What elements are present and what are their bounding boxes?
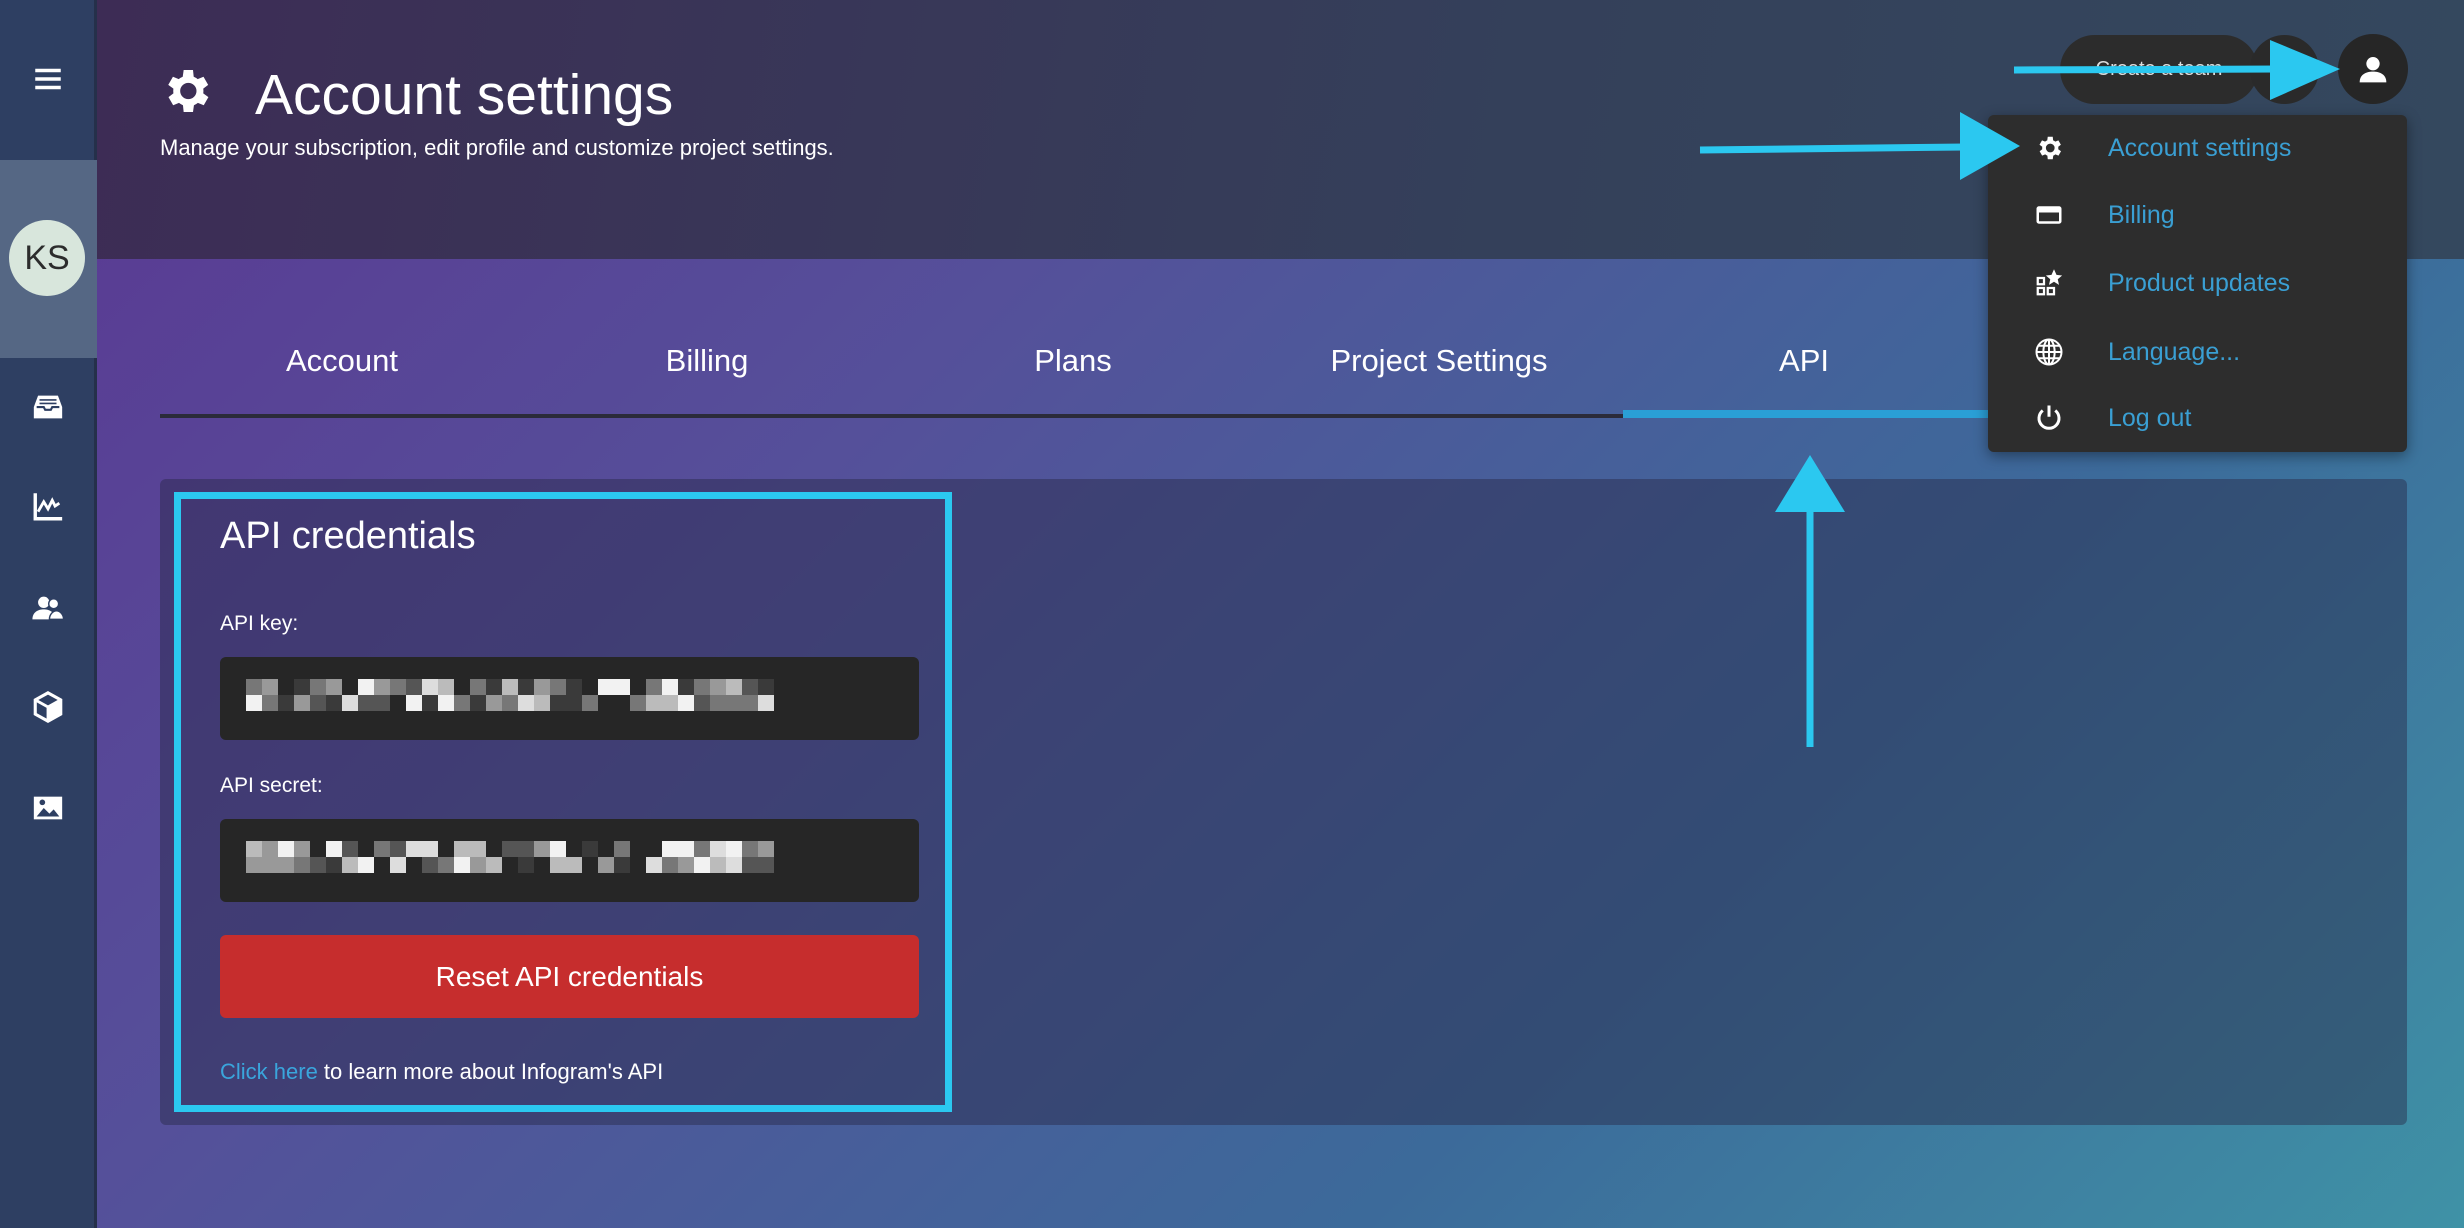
user-dropdown-menu: Account settings Billing Product updates… bbox=[1988, 115, 2407, 452]
api-info-suffix: to learn more about Infogram's API bbox=[317, 1059, 664, 1084]
highlight-box bbox=[174, 492, 952, 1112]
team-icon[interactable] bbox=[31, 591, 65, 625]
user-icon bbox=[2359, 57, 2387, 83]
api-secret-label: API secret: bbox=[220, 774, 323, 797]
redacted-api-key bbox=[246, 679, 774, 711]
product-updates-icon bbox=[2036, 269, 2063, 296]
menu-label: Product updates bbox=[2108, 268, 2291, 297]
avatar[interactable]: KS bbox=[9, 220, 85, 296]
menu-item-language[interactable]: Language... bbox=[1988, 322, 2407, 382]
hamburger-menu-icon[interactable] bbox=[31, 62, 65, 96]
active-tab-indicator bbox=[1623, 410, 1988, 418]
api-key-field[interactable] bbox=[220, 657, 919, 740]
cube-icon[interactable] bbox=[31, 690, 65, 724]
globe-icon bbox=[2035, 338, 2063, 366]
api-credentials-heading: API credentials bbox=[220, 515, 476, 557]
image-icon[interactable] bbox=[31, 791, 65, 825]
gear-icon bbox=[168, 70, 209, 112]
menu-label: Billing bbox=[2108, 200, 2175, 229]
menu-item-billing[interactable]: Billing bbox=[1988, 185, 2407, 245]
credit-card-icon bbox=[2036, 206, 2062, 224]
menu-item-account-settings[interactable]: Account settings bbox=[1988, 118, 2407, 178]
tab-project-settings[interactable]: Project Settings bbox=[1330, 343, 1547, 379]
menu-label: Log out bbox=[2108, 403, 2192, 432]
page-title: Account settings bbox=[255, 63, 674, 127]
click-here-link[interactable]: Click here bbox=[220, 1059, 318, 1084]
chart-icon[interactable] bbox=[31, 489, 65, 523]
tab-billing[interactable]: Billing bbox=[666, 343, 749, 379]
help-button[interactable] bbox=[2250, 35, 2319, 104]
inbox-icon[interactable] bbox=[31, 390, 65, 424]
gear-icon bbox=[2039, 136, 2061, 160]
menu-label: Language... bbox=[2108, 337, 2241, 366]
tab-plans[interactable]: Plans bbox=[1034, 343, 1112, 379]
reset-api-credentials-button[interactable]: Reset API credentials bbox=[220, 935, 919, 1018]
api-info-text: Click here to learn more about Infogram'… bbox=[220, 1059, 663, 1085]
user-menu-button[interactable] bbox=[2338, 34, 2408, 104]
api-key-label: API key: bbox=[220, 612, 299, 635]
redacted-api-secret bbox=[246, 841, 774, 873]
menu-item-log-out[interactable]: Log out bbox=[1988, 388, 2407, 448]
tab-api[interactable]: API bbox=[1779, 343, 1829, 379]
menu-item-product-updates[interactable]: Product updates bbox=[1988, 253, 2407, 313]
api-secret-field[interactable] bbox=[220, 819, 919, 902]
tab-account[interactable]: Account bbox=[286, 343, 398, 379]
page-subtitle: Manage your subscription, edit profile a… bbox=[160, 135, 834, 160]
sidebar: KS bbox=[0, 0, 97, 1228]
power-icon bbox=[2037, 405, 2061, 430]
menu-label: Account settings bbox=[2108, 133, 2292, 162]
create-team-button[interactable]: Create a team bbox=[2060, 35, 2258, 104]
